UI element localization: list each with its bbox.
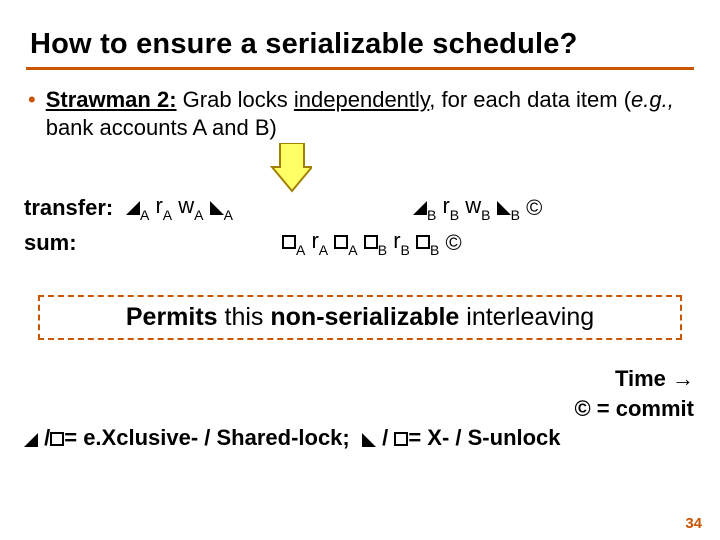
bullet-eg: e.g., [631, 87, 674, 112]
row-sum: sum: A rA A B rB B © [24, 226, 696, 259]
unlock-A: A [210, 191, 233, 224]
transfer-label: transfer: [24, 193, 126, 224]
lock-B: B [413, 191, 436, 224]
highlight-arrow [264, 143, 312, 195]
permits-box: Permits this non-serializable interleavi… [38, 295, 682, 340]
xlock-icon [126, 201, 140, 215]
sub-A: A [140, 207, 149, 223]
bullet-text: Strawman 2: Grab locks independently, fo… [46, 86, 696, 141]
rA: rA [155, 191, 172, 224]
sB: B [378, 242, 387, 258]
sr: r [311, 228, 318, 253]
wB: wB [465, 191, 490, 224]
srA: rA [311, 226, 328, 259]
rB: rB [442, 191, 459, 224]
sub-A2: A [163, 207, 172, 223]
slock-A: A [282, 226, 305, 259]
sA3: A [348, 242, 357, 258]
legend: Time → © = commit / = e.Xclusive- / Share… [24, 364, 694, 453]
commit-s: © [445, 228, 461, 259]
leg-sep1: / [38, 425, 50, 450]
unlock-B: B [497, 191, 520, 224]
w2: w [465, 193, 481, 218]
xunlock-icon-b [497, 201, 511, 215]
slock-legend-icon [50, 432, 64, 446]
legend-commit: © = commit [24, 394, 694, 424]
sr2: r [393, 228, 400, 253]
bullet-underline-word: independently [294, 87, 429, 112]
permits-word: Permits [126, 303, 218, 331]
sA: A [296, 242, 305, 258]
leg-txt2: = X- / S-unlock [408, 425, 560, 450]
permits-ns: non-serializable [270, 303, 459, 331]
legend-time: Time → [24, 364, 694, 394]
sunlock-B: B [416, 226, 439, 259]
sub-B3: B [481, 207, 490, 223]
bullet-rest2: , for each data item ( [429, 87, 631, 112]
bullet-dot: • [28, 86, 36, 141]
page-number: 34 [685, 515, 702, 532]
sunlock-legend-icon [394, 432, 408, 446]
w: w [178, 193, 194, 218]
xlock-icon-b [413, 201, 427, 215]
leg-txt1: = e.Xclusive- / Shared-lock; [64, 425, 350, 450]
sub-B: B [427, 207, 436, 223]
xunlock-legend-icon [362, 433, 376, 447]
lock-A: A [126, 191, 149, 224]
sequence-block: transfer: A rA wA A B rB wB B © sum: A r… [24, 191, 696, 259]
permits-t2: this [218, 303, 271, 331]
sub-B4: B [511, 207, 520, 223]
xlock-legend-icon [24, 433, 38, 447]
bullet-rest1: Grab locks [177, 87, 294, 112]
row-transfer: transfer: A rA wA A B rB wB B © [24, 191, 696, 224]
permits-t4: interleaving [459, 303, 594, 331]
xunlock-icon [210, 201, 224, 215]
bullet-rest3: bank accounts A and B) [46, 115, 277, 140]
legend-locks: / = e.Xclusive- / Shared-lock; / = X- / S… [24, 423, 694, 453]
slide: How to ensure a serializable schedule? •… [0, 0, 720, 540]
slock-icon-b [364, 235, 378, 249]
title-rule [26, 67, 694, 70]
leg-sep2: / [376, 425, 394, 450]
slock-icon [282, 235, 296, 249]
r2: r [442, 193, 449, 218]
sub-A3: A [194, 207, 203, 223]
sB2: B [401, 242, 410, 258]
slock-B: B [364, 226, 387, 259]
sunlock-icon-b [416, 235, 430, 249]
sunlock-icon [334, 235, 348, 249]
bullet-strawman: • Strawman 2: Grab locks independently, … [24, 86, 696, 141]
sum-label: sum: [24, 228, 126, 259]
r: r [155, 193, 162, 218]
sub-B2: B [450, 207, 459, 223]
slide-title: How to ensure a serializable schedule? [30, 28, 696, 61]
sunlock-A: A [334, 226, 357, 259]
bullet-lead: Strawman 2: [46, 87, 177, 112]
srB: rB [393, 226, 410, 259]
sub-A4: A [224, 207, 233, 223]
commit-t: © [526, 193, 542, 224]
sB3: B [430, 242, 439, 258]
wA: wA [178, 191, 203, 224]
sA2: A [319, 242, 328, 258]
